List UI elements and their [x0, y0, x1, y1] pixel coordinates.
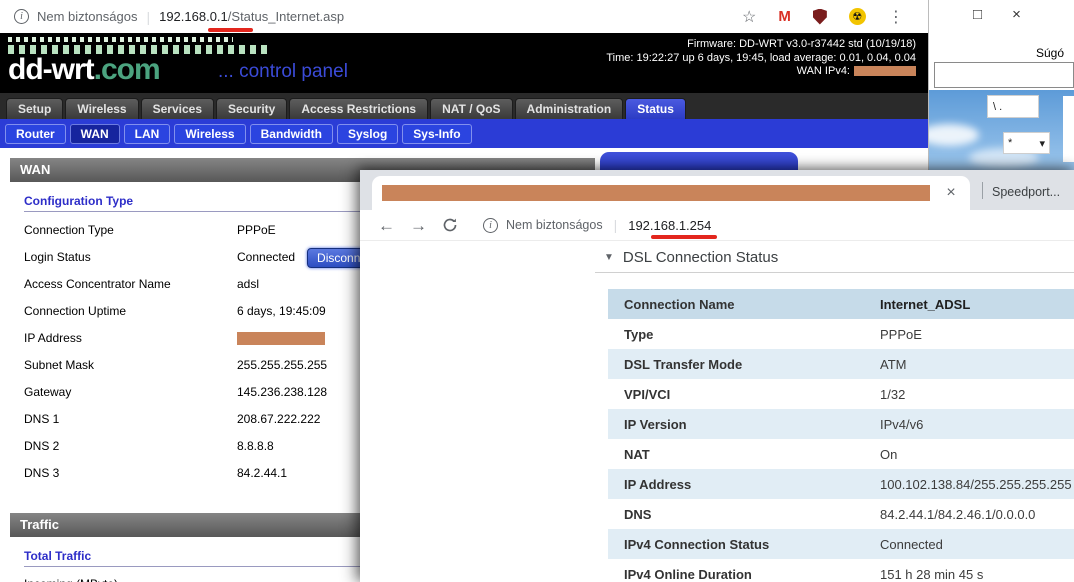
ip-address-redaction-bar	[237, 332, 325, 345]
subtab-sysinfo[interactable]: Sys-Info	[402, 123, 472, 144]
tab-wireless[interactable]: Wireless	[65, 98, 139, 119]
ublock-shield-icon[interactable]	[812, 8, 827, 25]
wan-ip-redaction-bar	[854, 66, 916, 77]
security-status-text[interactable]: Nem biztonságos	[37, 9, 137, 24]
security-status-text[interactable]: Nem biztonságos	[506, 218, 603, 232]
background-combo-box[interactable]: * ▾	[1003, 132, 1050, 154]
urlbar-separator: |	[613, 217, 618, 233]
window-controls: □ ×	[973, 6, 1021, 23]
table-row-ipv4-connection-status: IPv4 Connection Status Connected	[608, 529, 1074, 559]
subtab-router[interactable]: Router	[5, 123, 66, 144]
annotation-underline-modem-ip	[651, 235, 717, 239]
wallpaper-sky: \ . * ▾	[929, 90, 1074, 170]
time-line: Time: 19:22:27 up 6 days, 19:45, load av…	[606, 51, 916, 64]
screenshot-canvas: i Nem biztonságos | 192.168.0.1/Status_I…	[0, 0, 1074, 582]
tab-title-redaction-bar	[382, 185, 930, 201]
collapse-triangle-icon: ▼	[604, 252, 614, 263]
maximize-icon[interactable]: □	[973, 6, 982, 23]
tab-close-icon[interactable]: ×	[942, 184, 960, 202]
wan-ipv4-line: WAN IPv4:	[606, 65, 916, 79]
table-row-ip-version: IP Version IPv4/v6	[608, 409, 1074, 439]
heading-divider	[595, 272, 1074, 273]
tab-nat-qos[interactable]: NAT / QoS	[430, 98, 513, 119]
ddwrt-logo-com: .com	[93, 53, 161, 86]
dsl-status-page: ▼ DSL Connection Status Connection Name …	[360, 241, 1074, 582]
table-row-ipv4-online-duration: IPv4 Online Duration 151 h 28 min 45 s	[608, 559, 1074, 582]
tab-separator	[982, 182, 983, 199]
table-row-type: Type PPPoE	[608, 319, 1074, 349]
control-panel-tagline: ... control panel	[218, 61, 348, 82]
firmware-line: Firmware: DD-WRT v3.0-r37442 std (10/19/…	[687, 38, 916, 50]
router-status-info: Firmware: DD-WRT v3.0-r37442 std (10/19/…	[606, 38, 916, 79]
tab-administration[interactable]: Administration	[514, 98, 624, 119]
ddwrt-logo: dd-wrt.com	[8, 53, 161, 86]
tab-status[interactable]: Status	[625, 98, 686, 119]
background-panel-strip	[1063, 96, 1074, 162]
tab-setup[interactable]: Setup	[6, 98, 64, 119]
table-row-vpi-vci: VPI/VCI 1/32	[608, 379, 1074, 409]
help-label[interactable]: Súgó	[1036, 46, 1064, 60]
table-row-ip-address: IP Address 100.102.138.84/255.255.255.25…	[608, 469, 1074, 499]
table-row-dns: DNS 84.2.44.1/84.2.46.1/0.0.0.0	[608, 499, 1074, 529]
url-host: 192.168.0.1	[159, 9, 228, 24]
tab-access-restrictions[interactable]: Access Restrictions	[289, 98, 429, 119]
url-text[interactable]: 192.168.0.1/Status_Internet.asp	[159, 9, 344, 24]
table-row-connection-name: Connection Name Internet_ADSL	[608, 289, 1074, 319]
reload-icon[interactable]	[442, 217, 458, 233]
subtab-wan[interactable]: WAN	[69, 123, 120, 144]
urlbar-action-icons: ☆ M ☢ ⋮	[742, 0, 904, 33]
ddwrt-main-tabs: Setup Wireless Services Security Access …	[0, 93, 928, 119]
subtab-wireless[interactable]: Wireless	[174, 123, 246, 144]
dropdown-arrow-icon: ▾	[1039, 137, 1045, 150]
popup-navbar: ← → i Nem biztonságos | 192.168.1.254	[360, 210, 1074, 241]
url-path: /Status_Internet.asp	[227, 9, 345, 24]
popup-urlbar[interactable]: i Nem biztonságos | 192.168.1.254	[483, 217, 711, 233]
tab-speedport[interactable]: Speedport...	[992, 178, 1072, 206]
browser1-urlbar[interactable]: i Nem biztonságos | 192.168.0.1/Status_I…	[0, 0, 928, 33]
cloud-graphic	[929, 124, 979, 146]
close-icon[interactable]: ×	[1012, 6, 1021, 23]
tab-security[interactable]: Security	[216, 98, 288, 119]
background-field-box[interactable]: \ .	[987, 95, 1039, 118]
table-row-nat: NAT On	[608, 439, 1074, 469]
popup-tabstrip: × Speedport...	[360, 170, 1074, 210]
page-info-icon[interactable]: i	[14, 9, 29, 24]
dsl-status-table: Connection Name Internet_ADSL Type PPPoE…	[608, 289, 1074, 582]
browser-menu-icon[interactable]: ⋮	[888, 7, 904, 27]
urlbar-separator: |	[146, 8, 151, 25]
signal-bars-graphic	[8, 37, 270, 54]
subtab-lan[interactable]: LAN	[123, 123, 171, 144]
bookmark-star-icon[interactable]: ☆	[742, 7, 756, 27]
subtab-bandwidth[interactable]: Bandwidth	[249, 123, 333, 144]
table-row-dsl-transfer-mode: DSL Transfer Mode ATM	[608, 349, 1074, 379]
annotation-underline-router-ip	[208, 28, 253, 32]
background-input-field[interactable]	[934, 62, 1074, 88]
dsl-status-heading[interactable]: ▼ DSL Connection Status	[604, 249, 778, 266]
gmail-extension-icon[interactable]: M	[778, 8, 791, 25]
tab-services[interactable]: Services	[140, 98, 214, 119]
active-tab[interactable]: ×	[372, 176, 970, 210]
ddwrt-header: dd-wrt.com ... control panel Firmware: D…	[0, 33, 928, 93]
forward-icon[interactable]: →	[410, 217, 427, 234]
url-text[interactable]: 192.168.1.254	[628, 218, 711, 233]
subtab-syslog[interactable]: Syslog	[336, 123, 399, 144]
login-status-value: Connected	[237, 250, 296, 264]
back-icon[interactable]: ←	[378, 217, 395, 234]
popup-browser-window: × Speedport... ← → i Nem biztonságos | 1…	[360, 170, 1074, 582]
radiation-extension-icon[interactable]: ☢	[848, 8, 866, 25]
background-app-window: □ × Súgó \ . * ▾	[928, 0, 1074, 170]
ddwrt-sub-tabs: Router WAN LAN Wireless Bandwidth Syslog…	[0, 119, 928, 148]
page-info-icon[interactable]: i	[483, 217, 498, 233]
